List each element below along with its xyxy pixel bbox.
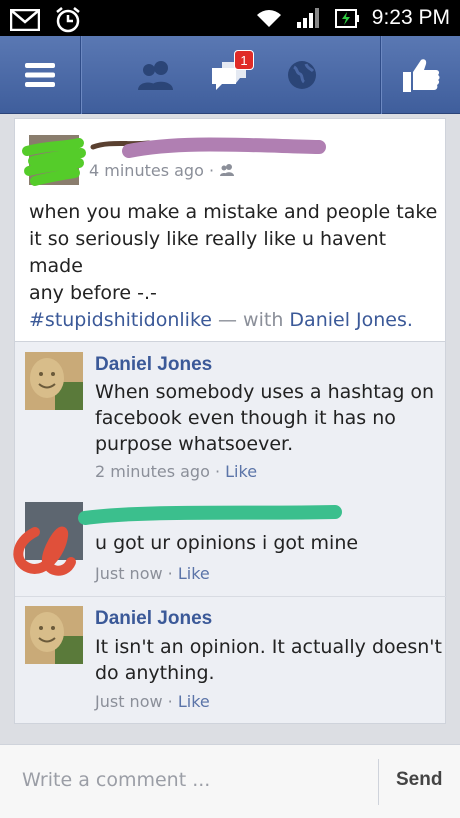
friend-requests-button[interactable] [124, 36, 188, 114]
mail-icon [10, 9, 40, 31]
comment-divider [15, 596, 447, 597]
status-bar: 9:23 PM [0, 0, 460, 36]
commenter-name[interactable]: Daniel Jones [95, 354, 212, 376]
globe-icon [288, 61, 316, 89]
like-link[interactable]: Like [225, 462, 257, 481]
top-nav-bar: 1 [0, 36, 460, 114]
commenter-name[interactable]: Daniel Jones [95, 608, 212, 630]
commenter-avatar[interactable] [25, 502, 83, 560]
commenter-avatar[interactable] [25, 352, 83, 410]
menu-icon [25, 63, 55, 87]
comment-composer: Write a comment ... Send [0, 744, 460, 818]
post-body: when you make a mistake and people take … [29, 201, 438, 331]
comment-input[interactable]: Write a comment ... [22, 769, 210, 791]
comment-meta: Just now · Like [95, 692, 210, 711]
comment-meta: Just now · Like [95, 564, 210, 583]
messages-button[interactable] [198, 36, 262, 114]
comment-item: Daniel Jones It isn't an opinion. It act… [15, 598, 447, 724]
comment-item: u got ur opinions i got mine Just now · … [13, 492, 447, 596]
friends-icon [138, 61, 173, 90]
comment-text: When somebody uses a hashtag on facebook… [95, 381, 435, 455]
comment-text: It isn't an opinion. It actually doesn't… [95, 636, 442, 684]
battery-icon [334, 9, 359, 28]
like-page-button[interactable] [381, 36, 460, 114]
post-author-avatar[interactable] [29, 135, 79, 185]
post-timestamp: 4 minutes ago · [89, 161, 235, 180]
send-button[interactable]: Send [396, 769, 442, 791]
tagged-friend-link[interactable]: Daniel Jones. [289, 309, 413, 331]
post-card: 4 minutes ago · when you make a mistake … [14, 118, 446, 342]
like-link[interactable]: Like [178, 692, 210, 711]
alarm-icon [56, 7, 80, 33]
thumbs-up-icon [402, 59, 439, 92]
like-link[interactable]: Like [178, 564, 210, 583]
comment-item: Daniel Jones When somebody uses a hashta… [15, 342, 447, 492]
notification-badge: 1 [234, 50, 254, 70]
composer-divider [378, 759, 379, 805]
notifications-button[interactable] [270, 36, 334, 114]
friends-privacy-icon [220, 164, 235, 176]
comment-meta: 2 minutes ago · Like [95, 462, 258, 481]
signal-icon [296, 8, 319, 28]
comments-list: Daniel Jones When somebody uses a hashta… [13, 342, 447, 724]
wifi-icon [256, 10, 281, 27]
commenter-avatar[interactable] [25, 606, 83, 664]
comment-text: u got ur opinions i got mine [95, 532, 359, 554]
with-label: — with [218, 309, 284, 331]
status-time: 9:23 PM [371, 6, 450, 29]
menu-button[interactable] [0, 36, 80, 114]
hashtag-link[interactable]: #stupidshitidonlike [29, 309, 212, 331]
